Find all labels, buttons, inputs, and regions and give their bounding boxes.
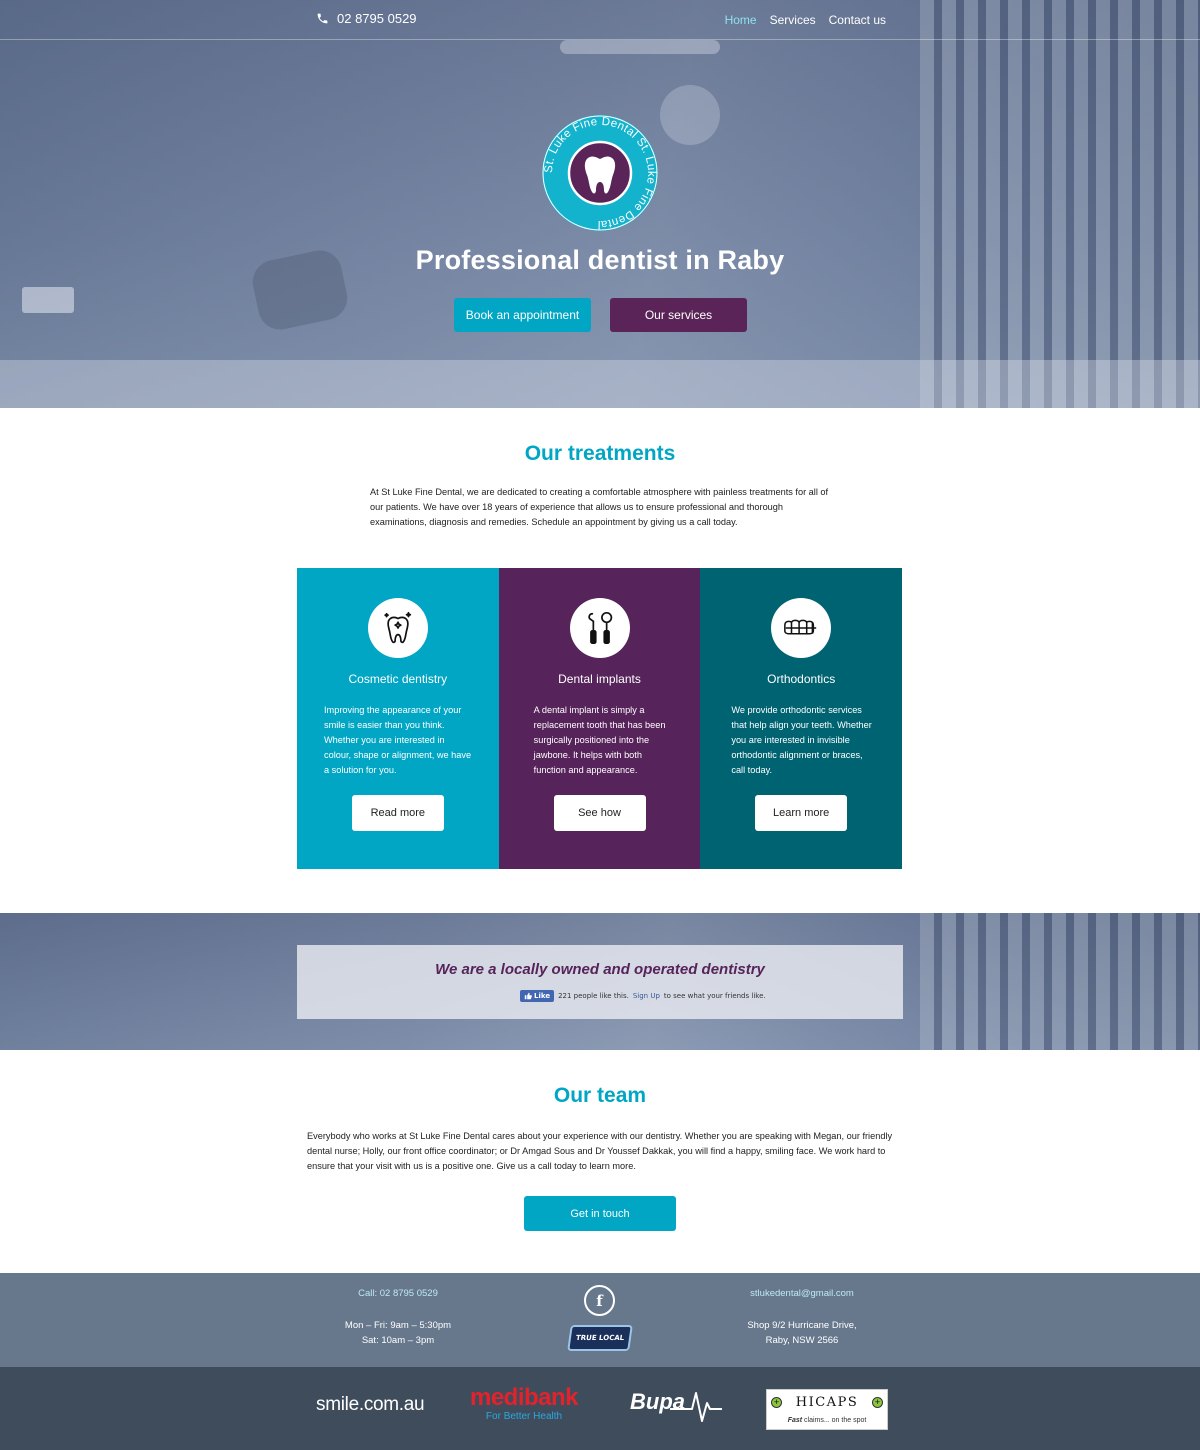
footer-address-line-2: Raby, NSW 2566 bbox=[765, 1335, 839, 1346]
top-bar: 02 8795 0529 Home Services Contact us bbox=[0, 0, 1200, 40]
footer-call-link[interactable]: Call: 02 8795 0529 bbox=[298, 1288, 498, 1299]
facebook-like-label: Like bbox=[534, 992, 551, 1000]
team-title: Our team bbox=[553, 1084, 647, 1107]
band-background-blinds bbox=[920, 913, 1200, 1050]
hicaps-wordmark: HICAPS bbox=[795, 1395, 859, 1410]
hero-background-lamp bbox=[660, 85, 720, 145]
band-title: We are a locally owned and operated dent… bbox=[435, 961, 765, 978]
book-appointment-button[interactable]: Book an appointment bbox=[454, 298, 591, 332]
card-title: Cosmetic dentistry bbox=[348, 672, 448, 686]
facebook-like-widget: Like 221 people like this. Sign Up to se… bbox=[520, 990, 766, 1002]
medibank-tagline: For Better Health bbox=[485, 1411, 563, 1422]
footer-address-line-1: Shop 9/2 Hurricane Drive, bbox=[747, 1320, 857, 1331]
footer-address: Shop 9/2 Hurricane Drive, Raby, NSW 2566 bbox=[702, 1318, 902, 1348]
hicaps-tagline-rest: claims... on the spot bbox=[804, 1417, 867, 1424]
band-box: We are a locally owned and operated dent… bbox=[297, 945, 903, 1019]
footer-email-link[interactable]: stlukedental@gmail.com bbox=[702, 1288, 902, 1299]
card-title: Orthodontics bbox=[767, 672, 836, 686]
nav-home[interactable]: Home bbox=[725, 13, 757, 27]
dental-tools-icon bbox=[587, 611, 612, 645]
facebook-glyph: f bbox=[596, 1291, 603, 1310]
partner-logos: smile.com.au medibank For Better Health … bbox=[0, 1367, 1200, 1450]
facebook-icon[interactable]: f bbox=[584, 1285, 615, 1316]
card-text: Improving the appearance of your smile i… bbox=[324, 705, 472, 775]
smile-logo[interactable]: smile.com.au bbox=[316, 1394, 425, 1416]
footer-hours: Mon – Fri: 9am – 5:30pm Sat: 10am – 3pm bbox=[298, 1318, 498, 1348]
medibank-logo[interactable]: medibank For Better Health bbox=[462, 1385, 586, 1423]
facebook-like-button[interactable]: Like bbox=[520, 990, 555, 1002]
hero-section: 02 8795 0529 Home Services Contact us St… bbox=[0, 0, 1200, 408]
treatment-cards: Cosmetic dentistry Improving the appeara… bbox=[297, 568, 903, 869]
get-in-touch-button[interactable]: Get in touch bbox=[524, 1196, 676, 1231]
card-dental-implants: Dental implants A dental implant is simp… bbox=[498, 568, 701, 869]
treatments-intro: At St Luke Fine Dental, we are dedicated… bbox=[370, 487, 829, 527]
hicaps-tagline: Fast claims... on the spot bbox=[767, 1417, 887, 1424]
facebook-like-suffix: to see what your friends like. bbox=[663, 992, 766, 1000]
true-local-badge[interactable]: TRUE LOCAL bbox=[567, 1325, 633, 1351]
hicaps-logo[interactable]: + + HICAPS Fast claims... on the spot bbox=[766, 1389, 888, 1430]
header-phone-number: 02 8795 0529 bbox=[337, 11, 417, 26]
see-how-button[interactable]: See how bbox=[553, 795, 646, 831]
header-phone[interactable]: 02 8795 0529 bbox=[316, 11, 417, 26]
sparkle-tooth-icon bbox=[384, 611, 412, 644]
main-nav: Home Services Contact us bbox=[725, 13, 886, 27]
our-services-button[interactable]: Our services bbox=[610, 298, 747, 332]
card-cosmetic-dentistry: Cosmetic dentistry Improving the appeara… bbox=[297, 568, 499, 869]
hero-background-outlet bbox=[22, 287, 74, 313]
facebook-signup-link[interactable]: Sign Up bbox=[633, 992, 660, 1000]
medibank-wordmark: medibank bbox=[469, 1384, 579, 1411]
card-icon-circle bbox=[367, 598, 428, 658]
footer-hours-weekday: Mon – Fri: 9am – 5:30pm bbox=[344, 1320, 452, 1331]
card-title: Dental implants bbox=[558, 672, 641, 686]
thumbs-up-icon bbox=[524, 992, 532, 1000]
hero-background-counter bbox=[0, 360, 1200, 408]
footer: Call: 02 8795 0529 Mon – Fri: 9am – 5:30… bbox=[0, 1273, 1200, 1367]
hero-title: Professional dentist in Raby bbox=[415, 245, 785, 275]
learn-more-button[interactable]: Learn more bbox=[755, 795, 848, 831]
team-text: Everybody who works at St Luke Fine Dent… bbox=[307, 1131, 893, 1171]
hero-background-arm bbox=[560, 40, 720, 54]
card-text: A dental implant is simply a replacement… bbox=[533, 705, 666, 775]
locally-owned-band: We are a locally owned and operated dent… bbox=[0, 913, 1200, 1050]
nav-contact-us[interactable]: Contact us bbox=[829, 13, 886, 27]
braces-icon bbox=[784, 619, 817, 635]
hicaps-tagline-fast: Fast bbox=[787, 1417, 803, 1424]
card-icon-circle bbox=[771, 598, 832, 658]
footer-hours-saturday: Sat: 10am – 3pm bbox=[361, 1335, 435, 1346]
card-text: We provide orthodontic services that hel… bbox=[731, 705, 872, 775]
card-icon-circle bbox=[569, 598, 630, 658]
facebook-like-count: 221 people like this. bbox=[558, 992, 629, 1000]
true-local-label: TRUE LOCAL bbox=[575, 1334, 625, 1342]
hero-background-blinds bbox=[920, 0, 1200, 408]
logo[interactable]: St. Luke Fine Dental St. Luke Fine Denta… bbox=[541, 114, 659, 232]
read-more-button[interactable]: Read more bbox=[351, 795, 444, 831]
card-orthodontics: Orthodontics We provide orthodontic serv… bbox=[700, 568, 903, 869]
treatments-title: Our treatments bbox=[524, 442, 676, 465]
phone-icon bbox=[317, 13, 328, 24]
nav-services[interactable]: Services bbox=[770, 13, 816, 27]
heartbeat-icon bbox=[670, 1392, 722, 1422]
